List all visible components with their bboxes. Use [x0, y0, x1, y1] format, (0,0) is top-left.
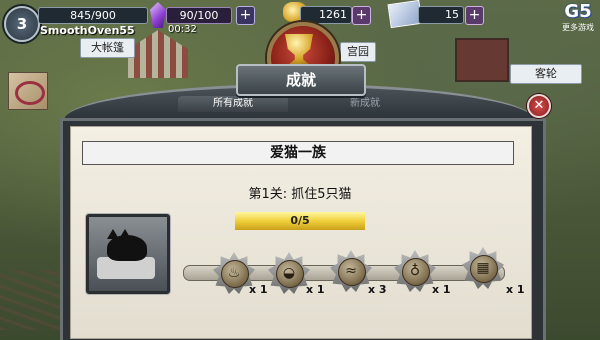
energy-bar: 90/100	[166, 7, 232, 24]
reward-multiplier: x 1	[306, 283, 325, 296]
black-cat-icon	[107, 235, 147, 261]
achievement-progress-bar: 0/5	[235, 212, 365, 230]
username: SmoothOven55	[40, 24, 135, 37]
more-games-label: 更多游戏	[562, 23, 594, 32]
tab-all-achievements[interactable]: 所有成就	[178, 96, 288, 112]
reward-medal-3[interactable]: ≈	[330, 250, 372, 292]
location-tag-garden[interactable]: 宫园	[340, 42, 376, 62]
xp-bar: 845/900	[38, 7, 148, 24]
bell-icon: ♨	[227, 265, 241, 281]
achievement-title: 爱猫一族	[82, 141, 514, 165]
reward-multiplier: x 1	[432, 283, 451, 296]
side-gift-button[interactable]	[8, 72, 48, 110]
add-coins-button[interactable]: +	[352, 6, 371, 25]
close-button[interactable]: ✕	[527, 94, 551, 118]
location-tag-big-tent[interactable]: 大帐篷	[80, 38, 135, 58]
more-games-button[interactable]: G5 更多游戏	[558, 2, 598, 36]
player-level-badge: 3	[4, 6, 40, 42]
coin-count: 1261	[300, 6, 352, 24]
trophy-icon	[285, 34, 313, 64]
card-count: 15	[418, 6, 464, 24]
cat-picture	[86, 214, 170, 294]
circus-tent	[128, 30, 188, 78]
tab-new-achievements[interactable]: 新成就	[310, 96, 420, 112]
add-cards-button[interactable]: +	[465, 6, 484, 25]
lamp-icon: ♁	[409, 263, 421, 279]
railway-track	[0, 270, 60, 330]
g5-logo: G5	[564, 1, 592, 22]
wagon	[455, 38, 509, 82]
slipper-icon: ◒	[282, 265, 296, 281]
reward-multiplier: x 1	[506, 283, 525, 296]
reward-multiplier: x 3	[368, 283, 387, 296]
fish-icon: ≈	[345, 263, 357, 279]
reward-medal-2[interactable]: ◒	[268, 252, 310, 294]
frame-icon: ▦	[476, 260, 490, 276]
location-tag-ship[interactable]: 客轮	[510, 64, 582, 84]
reward-medal-4[interactable]: ♁	[394, 250, 436, 292]
reward-medal-5[interactable]: ▦	[462, 247, 504, 289]
reward-multiplier: x 1	[249, 283, 268, 296]
add-energy-button[interactable]: +	[236, 6, 255, 25]
achievement-stage: 第1关: 抓住5只猫	[248, 187, 352, 202]
panel-title-banner: 成就	[236, 64, 366, 96]
energy-timer: 00:32	[168, 24, 197, 35]
ring-icon	[15, 81, 45, 105]
